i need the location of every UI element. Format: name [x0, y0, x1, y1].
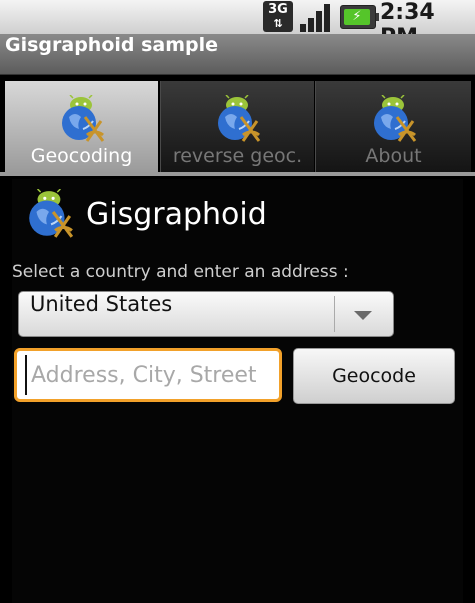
geocode-button[interactable]: Geocode: [293, 348, 455, 404]
tab-divider: [0, 172, 475, 176]
tab-label: reverse geoc.: [172, 145, 303, 167]
instruction-label: Select a country and enter an address :: [12, 262, 349, 282]
tab-geocoding[interactable]: Geocoding: [5, 81, 158, 173]
title-bar: Gisgraphoid sample: [0, 34, 475, 75]
app-name-heading: Gisgraphoid: [86, 197, 267, 232]
status-bar: 3G ⇅ ⚡ 2:34 PM: [0, 0, 475, 50]
tab-reverse-geocoding[interactable]: reverse geoc.: [160, 81, 314, 173]
signal-strength-icon: [300, 2, 334, 32]
globe-android-icon: [29, 189, 74, 238]
tab-label: Geocoding: [30, 145, 133, 167]
country-select-value: United States: [30, 292, 173, 316]
network-type-label: 3G: [268, 2, 288, 17]
chevron-down-icon: [354, 311, 372, 320]
globe-android-icon: [373, 95, 416, 142]
tab-bar: Geocoding reverse geoc. About: [0, 75, 475, 179]
select-divider: [334, 296, 335, 332]
battery-charging-icon: ⚡: [340, 5, 379, 29]
tab-label: About: [365, 145, 422, 167]
tab-about[interactable]: About: [315, 81, 471, 173]
globe-android-icon: [217, 95, 260, 142]
address-field-frame: [14, 348, 282, 402]
country-select[interactable]: United States: [18, 291, 394, 337]
status-time: 2:34 PM: [380, 0, 435, 50]
geocoding-panel: Gisgraphoid Select a country and enter a…: [12, 179, 463, 603]
globe-android-icon: [61, 95, 104, 142]
3g-data-icon: 3G ⇅: [263, 1, 293, 32]
address-input[interactable]: [25, 355, 281, 395]
app-title: Gisgraphoid sample: [5, 34, 219, 56]
